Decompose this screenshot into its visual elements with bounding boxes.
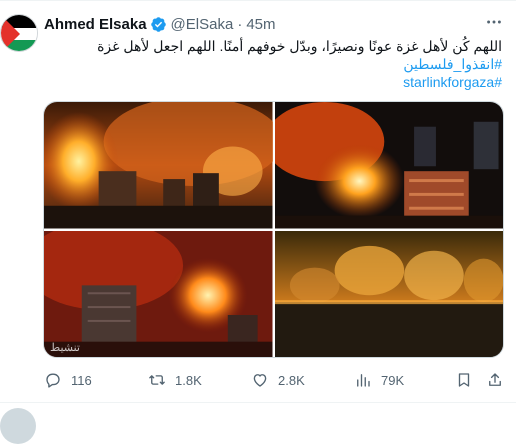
reply-icon	[46, 373, 60, 388]
share-icon	[489, 373, 501, 386]
tweet-actions: 116 1.8K 2.8K 79K	[44, 368, 506, 392]
reply-count: 116	[71, 372, 92, 388]
like-count: 2.8K	[278, 372, 305, 388]
bookmark-button[interactable]	[455, 368, 473, 392]
explosion-image	[274, 102, 503, 229]
heart-icon	[253, 374, 267, 387]
media-image-2[interactable]	[274, 102, 503, 229]
tweet-text: اللهم كُن لأهل غزة عونًا ونصيرًا، وبدّل …	[44, 37, 502, 91]
hashtag-link[interactable]: #starlinkforgaza	[44, 73, 502, 91]
share-button[interactable]	[486, 368, 504, 392]
views-count: 79K	[381, 372, 405, 388]
tweet-header: Ahmed Elsaka @ElSaka · 45m	[44, 14, 276, 34]
bookmark-icon	[458, 373, 470, 387]
author-handle[interactable]: @ElSaka	[171, 16, 234, 33]
tweet-timestamp[interactable]: 45m	[246, 16, 275, 33]
explosion-image	[274, 230, 503, 357]
views-button[interactable]: 79K	[354, 368, 404, 392]
palestine-flag-icon	[1, 15, 37, 51]
media-image-3[interactable]: تنشيط	[44, 230, 273, 357]
media-watermark: تنشيط	[50, 342, 80, 354]
tweet-text-line: اللهم كُن لأهل غزة عونًا ونصيرًا، وبدّل …	[97, 38, 502, 54]
author-display-name[interactable]: Ahmed Elsaka	[44, 16, 147, 33]
like-button[interactable]: 2.8K	[251, 368, 305, 392]
explosion-image	[44, 230, 273, 357]
media-grid: تنشيط	[43, 101, 504, 358]
more-options-icon[interactable]	[484, 12, 504, 32]
media-image-4[interactable]	[274, 230, 503, 357]
top-divider	[0, 0, 516, 1]
media-image-1[interactable]	[44, 102, 273, 229]
repost-icon	[149, 375, 165, 385]
hashtag-link[interactable]: #انقذوا_فلسطين	[44, 55, 502, 73]
repost-button[interactable]: 1.8K	[148, 368, 202, 392]
views-chart-icon	[357, 374, 370, 387]
reply-button[interactable]: 116	[44, 368, 92, 392]
repost-count: 1.8K	[175, 372, 202, 388]
explosion-image	[44, 102, 273, 229]
next-tweet-avatar[interactable]	[0, 408, 36, 444]
separator-dot: ·	[237, 15, 243, 33]
tweet-divider	[0, 402, 516, 403]
verified-badge-icon	[150, 16, 167, 33]
author-avatar[interactable]	[0, 14, 38, 52]
